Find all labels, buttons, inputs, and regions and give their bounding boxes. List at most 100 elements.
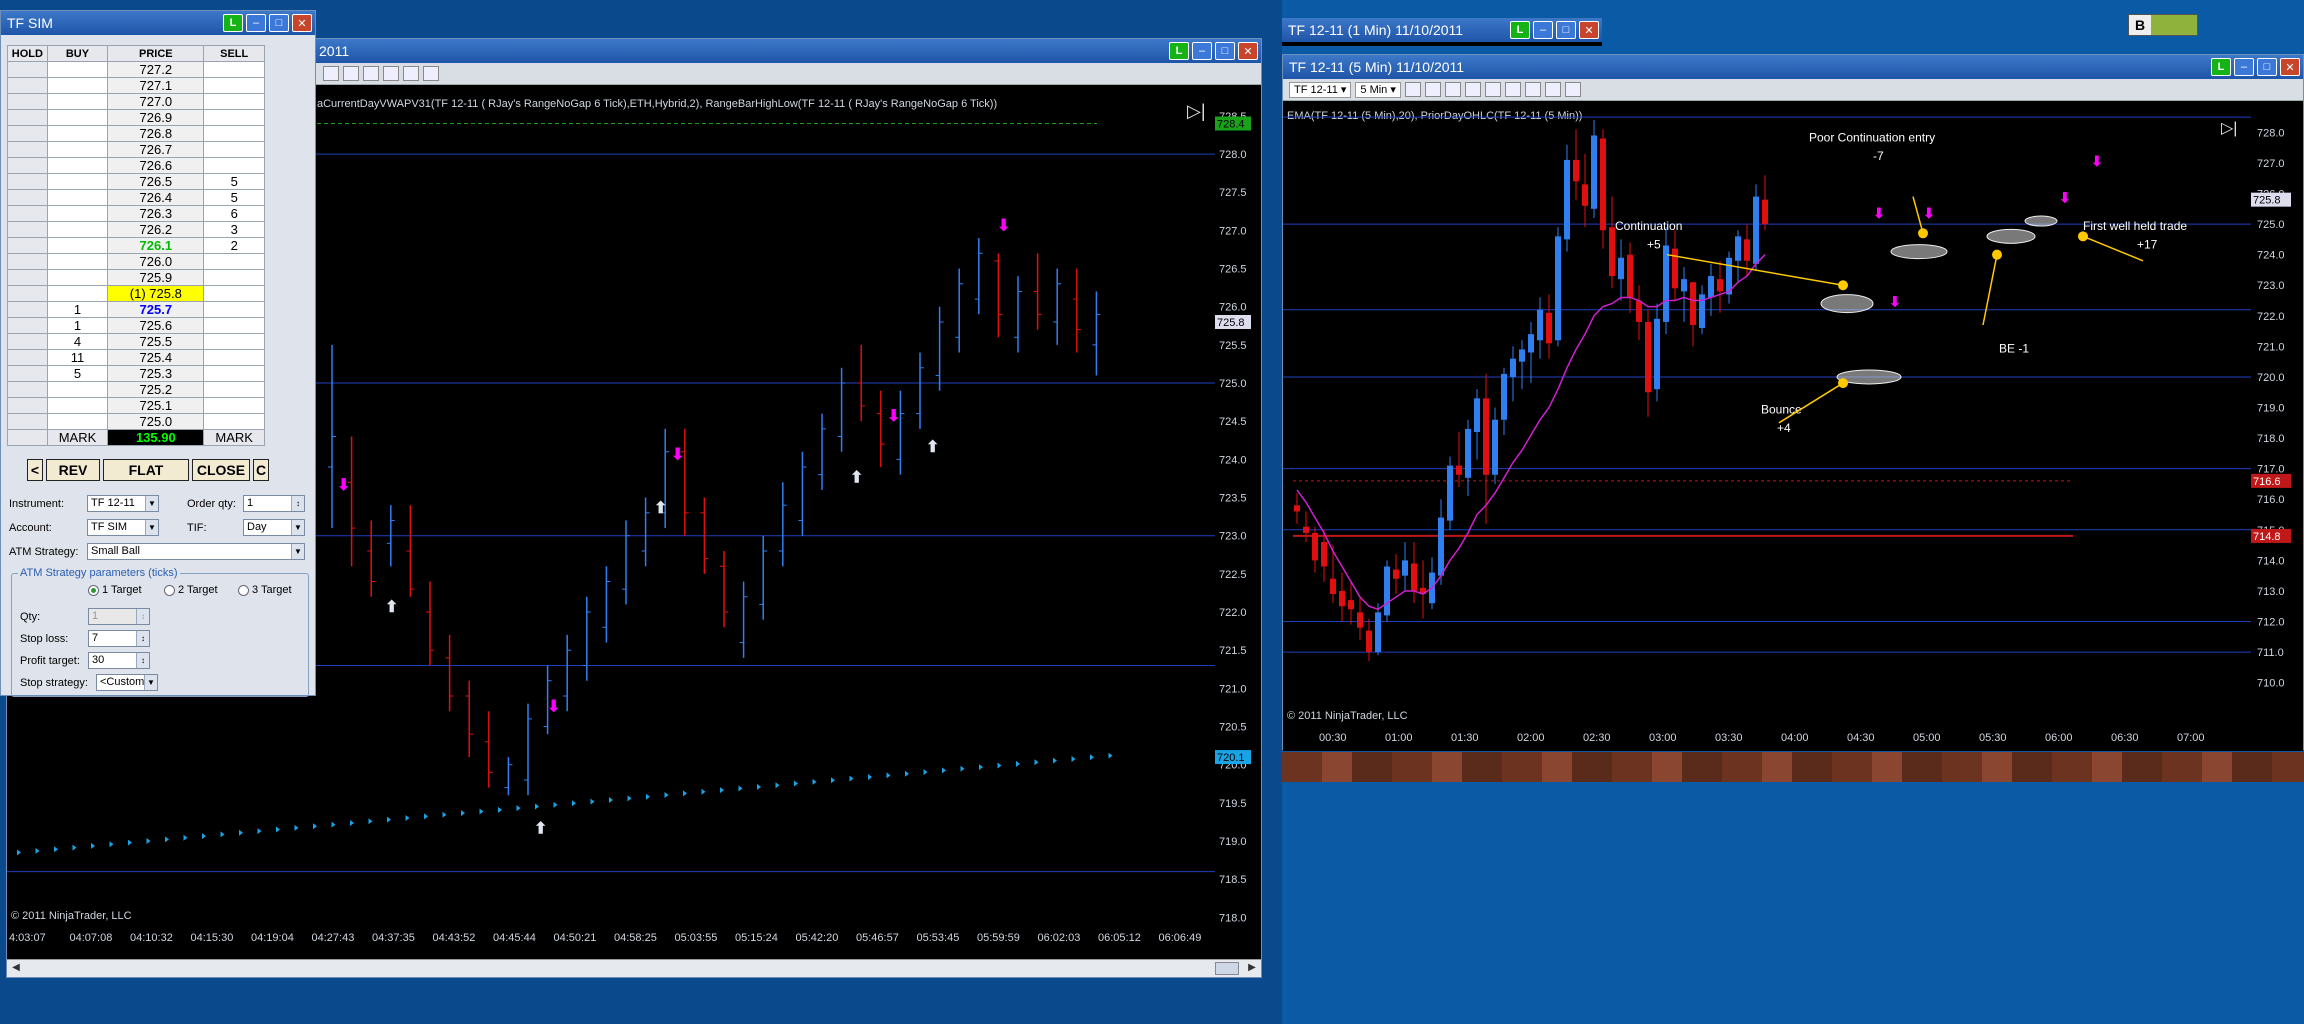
ladder-row[interactable]: 725.9 [7,269,265,286]
sell-cell[interactable] [203,365,265,382]
ladder-row[interactable]: 5 725.3 [7,365,265,382]
one-min-close-button[interactable]: ✕ [1579,21,1599,39]
ladder-row[interactable]: 726.4 5 [7,189,265,206]
close-position-button[interactable]: CLOSE [192,459,250,481]
minimize-button[interactable]: ‒ [1192,42,1212,60]
buy-cell[interactable]: 5 [46,365,109,382]
sell-cell[interactable] [203,301,265,318]
ladder-row[interactable]: 727.2 [7,61,265,78]
ladder-row[interactable]: 726.0 [7,253,265,270]
one-min-minimize-button[interactable]: ‒ [1533,21,1553,39]
ladder-row[interactable]: 727.1 [7,77,265,94]
data-box-icon[interactable] [1564,82,1581,97]
right-minimize-button[interactable]: ‒ [2234,58,2254,76]
dom-live-badge[interactable]: L [223,14,243,32]
sell-cell[interactable] [203,141,265,158]
ladder-row[interactable]: 726.6 [7,157,265,174]
dom-left-button[interactable]: < [27,459,43,481]
dom-minimize-button[interactable]: ‒ [246,14,266,32]
account-select[interactable]: TF SIM ▼ [87,519,159,536]
ladder-row[interactable]: 726.7 [7,141,265,158]
instrument-select[interactable]: TF 12-11 ▼ [87,495,159,512]
properties-icon[interactable] [423,66,439,81]
stepper-icon[interactable]: ↕ [291,496,304,511]
period-dropdown[interactable]: 5 Min ▾ [1355,81,1401,98]
buy-cell[interactable] [46,109,109,126]
left-horizontal-scrollbar[interactable]: ◀ ▶ [7,959,1261,977]
dom-maximize-button[interactable]: □ [269,14,289,32]
buy-cell[interactable] [46,77,109,94]
dom-titlebar[interactable]: TF SIM L ‒ □ ✕ [1,11,315,35]
tif-select[interactable]: Day ▼ [243,519,305,536]
dom-c-button[interactable]: C [253,459,269,481]
buy-cell[interactable] [46,413,109,430]
sell-cell[interactable] [203,333,265,350]
target-1-radio[interactable]: 1 Target [88,584,142,596]
scroll-right-icon[interactable]: ▶ [1245,962,1259,975]
ladder-row[interactable]: 1 725.7 [7,301,265,318]
buy-cell[interactable] [46,141,109,158]
right-chart-plot[interactable]: EMA(TF 12-11 (5 Min),20), PriorDayOHLC(T… [1283,101,2251,751]
ladder-row[interactable]: (1) 725.8 [7,285,265,302]
dom-close-button[interactable]: ✕ [292,14,312,32]
mark-right-button[interactable]: MARK [203,429,265,446]
sell-cell[interactable]: 2 [203,237,265,254]
sell-cell[interactable]: 6 [203,205,265,222]
maximize-button[interactable]: □ [1215,42,1235,60]
sell-cell[interactable] [203,381,265,398]
buy-cell[interactable]: 4 [46,333,109,350]
buy-cell[interactable] [46,93,109,110]
taskbar-badge[interactable]: B [2128,14,2198,36]
buy-cell[interactable] [46,61,109,78]
cursor-tool-icon[interactable] [1464,82,1481,97]
one-min-titlebar[interactable]: TF 12-11 (1 Min) 11/10/2011 L ‒ □ ✕ [1282,18,1602,42]
pencil-icon[interactable] [1444,82,1461,97]
profit-target-stepper[interactable]: 30 ↕ [88,652,150,669]
sell-cell[interactable]: 5 [203,189,265,206]
atm-strategy-select[interactable]: Small Ball ▼ [87,543,305,560]
stop-strategy-select[interactable]: <Custom ▼ [96,674,158,691]
ladder-row[interactable]: 726.1 2 [7,237,265,254]
drawing-tool-icon[interactable] [1424,82,1441,97]
stop-loss-stepper[interactable]: 7 ↕ [88,630,150,647]
ladder-row[interactable]: 726.2 3 [7,221,265,238]
right-close-button[interactable]: ✕ [2280,58,2300,76]
ladder-row[interactable]: 4 725.5 [7,333,265,350]
ladder-row[interactable]: 726.8 [7,125,265,142]
right-chart-titlebar[interactable]: TF 12-11 (5 Min) 11/10/2011 L ‒ □ ✕ [1283,55,2303,79]
sell-cell[interactable] [203,253,265,270]
sell-cell[interactable] [203,349,265,366]
right-live-badge[interactable]: L [2211,58,2231,76]
strategy-icon[interactable] [403,66,419,81]
sell-cell[interactable] [203,285,265,302]
close-button[interactable]: ✕ [1238,42,1258,60]
target-2-radio[interactable]: 2 Target [164,584,218,596]
rev-button[interactable]: REV [46,459,100,481]
buy-cell[interactable] [46,397,109,414]
buy-cell[interactable] [46,189,109,206]
buy-cell[interactable] [46,269,109,286]
buy-cell[interactable] [46,221,109,238]
indicator-icon[interactable] [1504,82,1521,97]
stepper-icon[interactable]: ↕ [136,653,149,668]
ladder-row[interactable]: 725.0 [7,413,265,430]
sell-cell[interactable] [203,397,265,414]
flat-button[interactable]: FLAT [103,459,189,481]
sell-cell[interactable] [203,413,265,430]
sell-cell[interactable] [203,109,265,126]
sell-cell[interactable] [203,93,265,110]
buy-cell[interactable]: 1 [46,317,109,334]
stepper-icon[interactable]: ↕ [136,631,149,646]
buy-cell[interactable] [46,285,109,302]
crosshair-tool-icon[interactable] [1484,82,1501,97]
strategy-icon[interactable] [1524,82,1541,97]
buy-cell[interactable] [46,381,109,398]
ladder-row[interactable]: 726.5 5 [7,173,265,190]
ladder-row[interactable]: 726.9 [7,109,265,126]
buy-cell[interactable]: 11 [46,349,109,366]
properties-icon[interactable] [1544,82,1561,97]
sell-cell[interactable]: 5 [203,173,265,190]
ladder-row[interactable]: 11 725.4 [7,349,265,366]
scroll-left-icon[interactable]: ◀ [9,962,23,975]
scroll-thumb[interactable] [1215,962,1239,975]
